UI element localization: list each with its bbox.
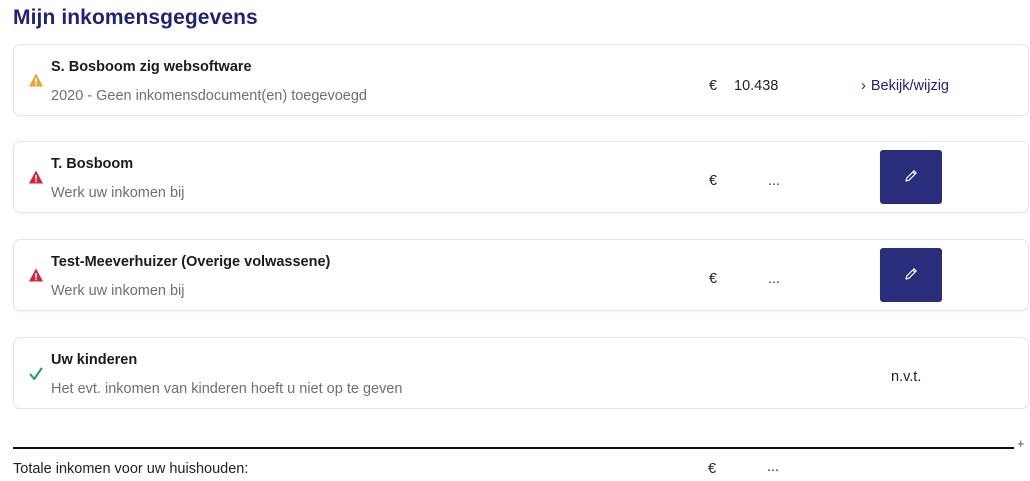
income-amount: ... <box>768 173 781 189</box>
not-applicable-value: n.v.t. <box>891 369 922 385</box>
income-amount: 10.438 <box>734 78 779 94</box>
chevron-right-icon: › <box>861 78 866 94</box>
income-card-t-bosboom: T. Bosboom Werk uw inkomen bij € ... <box>13 141 1029 213</box>
income-name: Test-Meeverhuizer (Overige volwassene) <box>51 254 331 270</box>
income-name: Uw kinderen <box>51 352 138 368</box>
alert-icon <box>28 169 44 185</box>
income-subtitle: Werk uw inkomen bij <box>51 185 185 201</box>
income-name: T. Bosboom <box>51 156 134 172</box>
total-currency: € <box>708 461 717 477</box>
warning-icon <box>28 72 44 88</box>
total-amount: ... <box>767 459 780 475</box>
plus-icon: + <box>1017 436 1025 451</box>
income-subtitle: Het evt. inkomen van kinderen hoeft u ni… <box>51 381 403 397</box>
edit-income-button[interactable] <box>880 150 942 204</box>
income-card-test-meeverhuizer: Test-Meeverhuizer (Overige volwassene) W… <box>13 239 1029 311</box>
pencil-icon <box>903 266 919 285</box>
currency-symbol: € <box>709 173 718 189</box>
edit-income-button[interactable] <box>880 248 942 302</box>
income-card-s-bosboom: S. Bosboom zig websoftware 2020 - Geen i… <box>13 44 1029 116</box>
income-card-kinderen: Uw kinderen Het evt. inkomen van kindere… <box>13 337 1029 409</box>
view-edit-link[interactable]: › Bekijk/wijzig <box>861 78 949 94</box>
income-subtitle: 2020 - Geen inkomensdocument(en) toegevo… <box>51 88 367 104</box>
checkmark-icon <box>28 366 44 382</box>
income-name: S. Bosboom zig websoftware <box>51 59 252 75</box>
total-label: Totale inkomen voor uw huishouden: <box>13 461 249 477</box>
total-divider <box>13 447 1014 449</box>
view-edit-label: Bekijk/wijzig <box>870 78 950 94</box>
alert-icon <box>28 267 44 283</box>
income-subtitle: Werk uw inkomen bij <box>51 283 185 299</box>
page-title: Mijn inkomensgegevens <box>13 6 258 29</box>
currency-symbol: € <box>709 78 718 94</box>
income-amount: ... <box>768 271 781 287</box>
currency-symbol: € <box>709 271 718 287</box>
pencil-icon <box>903 168 919 187</box>
